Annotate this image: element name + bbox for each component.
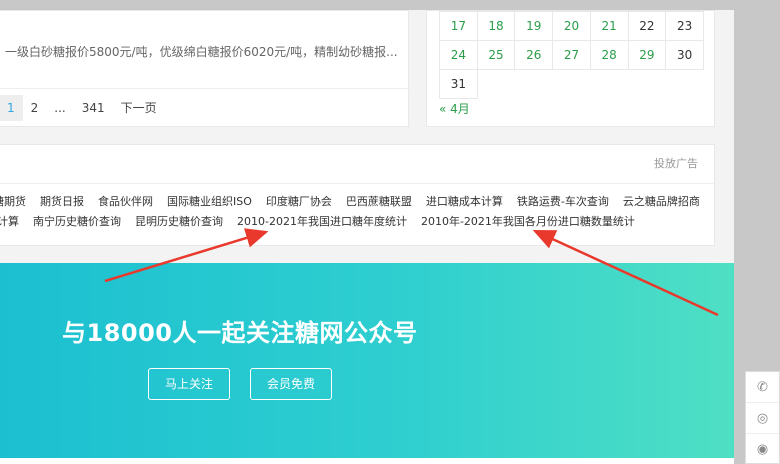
news-snippet[interactable]: 一级白砂糖报价5800元/吨，优级绵白糖报价6020元/吨，精制幼砂糖报...: [5, 43, 405, 60]
banner-title: 与18000人一起关注糖网公众号: [62, 319, 418, 347]
friend-link[interactable]: 2010年-2021年我国各月份进口糖数量统计: [421, 215, 635, 228]
calendar-day-17[interactable]: 17: [439, 11, 478, 41]
calendar-day-26[interactable]: 26: [514, 40, 554, 70]
friend-links-card: 投放广告 糖期货 期货日报 食品伙伴网 国际糖业组织ISO 印度糖厂协会 巴西蔗糖联盟 进口…: [0, 144, 716, 246]
calendar-empty-cell: [477, 69, 515, 99]
calendar-day-27[interactable]: 27: [552, 40, 591, 70]
advertise-link[interactable]: 投放广告: [654, 155, 698, 171]
calendar-day-24[interactable]: 24: [439, 40, 478, 70]
links-row-2: 计算 南宁历史糖价查询 昆明历史糖价查询 2010-2021年我国进口糖年度统计 201…: [0, 213, 649, 229]
calendar-day-23: 23: [665, 11, 704, 41]
calendar-empty-cell: [665, 69, 704, 99]
calendar-week-row: 17 18 19 20 21 22 23: [439, 11, 704, 41]
divider: [0, 88, 410, 89]
friend-link[interactable]: 2010-2021年我国进口糖年度统计: [237, 215, 407, 228]
page-ellipsis: ...: [54, 101, 66, 115]
calendar-empty-cell: [590, 69, 629, 99]
phone-icon[interactable]: ✆: [746, 372, 779, 403]
calendar-day-21[interactable]: 21: [589, 11, 629, 41]
friend-link[interactable]: 糖期货: [0, 195, 26, 208]
friend-link[interactable]: 昆明历史糖价查询: [135, 215, 223, 228]
calendar-day-18[interactable]: 18: [476, 11, 516, 41]
friend-link[interactable]: 期货日报: [40, 195, 84, 208]
page-last-link[interactable]: 341: [74, 95, 113, 121]
member-free-button[interactable]: 会员免费: [250, 368, 332, 400]
follow-button[interactable]: 马上关注: [148, 368, 230, 400]
friend-link[interactable]: 印度糖厂协会: [266, 195, 332, 208]
side-toolbar: ✆ ◎ ◉: [745, 371, 780, 464]
friend-link[interactable]: 进口糖成本计算: [426, 195, 503, 208]
weibo-icon[interactable]: ◉: [746, 434, 779, 464]
friend-link[interactable]: 巴西蔗糖联盟: [346, 195, 412, 208]
wechat-icon[interactable]: ◎: [746, 403, 779, 434]
calendar-day-29[interactable]: 29: [627, 40, 667, 70]
calendar-day-30: 30: [665, 40, 704, 70]
friend-link[interactable]: 计算: [0, 215, 19, 228]
calendar-empty-cell: [628, 69, 666, 99]
news-card: 一级白砂糖报价5800元/吨，优级绵白糖报价6020元/吨，精制幼砂糖报... …: [0, 10, 410, 127]
friend-link[interactable]: 国际糖业组织ISO: [167, 195, 252, 208]
calendar-day-22: 22: [627, 11, 667, 41]
browser-top-bar: [0, 0, 780, 10]
wechat-banner: 与18000人一起关注糖网公众号 马上关注 会员免费: [0, 263, 734, 458]
friend-link[interactable]: 铁路运费-车次查询: [517, 195, 609, 208]
calendar-empty-cell: [514, 69, 553, 99]
friend-link[interactable]: 云之糖品牌招商: [623, 195, 700, 208]
calendar-day-31: 31: [439, 69, 478, 99]
calendar-day-25[interactable]: 25: [476, 40, 516, 70]
calendar-widget: 17 18 19 20 21 22 23 24 25 26 27 28 29 30 31 « 4月: [426, 10, 715, 127]
calendar-grid: 17 18 19 20 21 22 23 24 25 26 27 28 29 30 31: [439, 11, 704, 99]
calendar-empty-cell: [552, 69, 591, 99]
friend-link[interactable]: 南宁历史糖价查询: [33, 215, 121, 228]
pagination: 1 2 ... 341 下一页: [0, 95, 165, 121]
friend-link[interactable]: 食品伙伴网: [98, 195, 153, 208]
next-page-link[interactable]: 下一页: [113, 95, 165, 121]
page-2-link[interactable]: 2: [23, 95, 47, 121]
prev-month-link[interactable]: « 4月: [439, 100, 470, 117]
page-1-link[interactable]: 1: [0, 95, 23, 121]
calendar-week-row: 24 25 26 27 28 29 30: [439, 40, 704, 70]
links-row-1: 糖期货 期货日报 食品伙伴网 国际糖业组织ISO 印度糖厂协会 巴西蔗糖联盟 进口糖成本计算…: [0, 193, 714, 209]
calendar-day-20[interactable]: 20: [552, 11, 591, 41]
divider: [0, 183, 716, 184]
footer-strip: [0, 458, 734, 464]
calendar-day-28[interactable]: 28: [589, 40, 629, 70]
calendar-day-19[interactable]: 19: [514, 11, 554, 41]
calendar-week-row: 31: [439, 69, 704, 99]
